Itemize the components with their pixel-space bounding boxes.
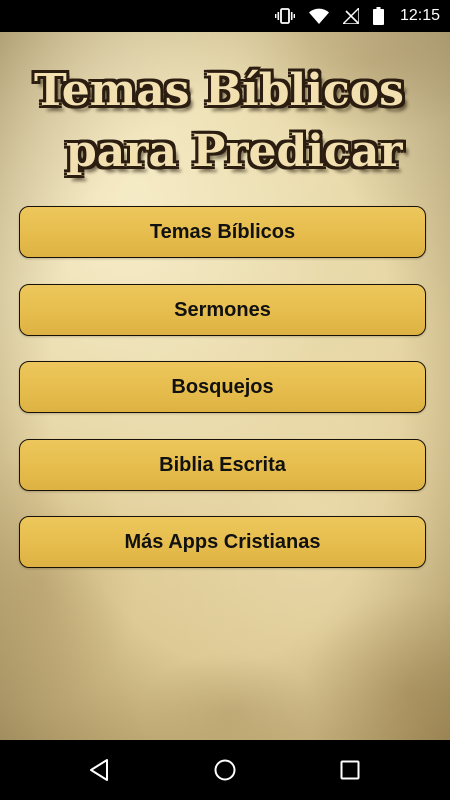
status-icons: 12:15 xyxy=(274,0,440,32)
main-screen: Temas Bíblicos para Predicar Temas Bíbli… xyxy=(0,32,450,740)
recents-icon[interactable] xyxy=(335,755,365,785)
vibrate-icon xyxy=(274,7,295,25)
status-time: 12:15 xyxy=(399,7,440,24)
bosquejos-button[interactable]: Bosquejos xyxy=(19,361,426,413)
app-title-line-2: para Predicar xyxy=(66,126,403,177)
sermones-button[interactable]: Sermones xyxy=(19,284,426,336)
mas-apps-cristianas-button[interactable]: Más Apps Cristianas xyxy=(19,516,426,568)
parchment-stain xyxy=(0,452,140,712)
navigation-bar xyxy=(0,740,450,800)
parchment-stain xyxy=(300,592,450,740)
home-icon[interactable] xyxy=(210,755,240,785)
biblia-escrita-button[interactable]: Biblia Escrita xyxy=(19,439,426,491)
back-icon[interactable] xyxy=(85,755,115,785)
battery-icon xyxy=(372,7,384,25)
app-title-line-1: Temas Bíblicos xyxy=(34,65,404,116)
app-title: Temas Bíblicos para Predicar xyxy=(0,32,450,202)
temas-biblicos-button[interactable]: Temas Bíblicos xyxy=(19,206,426,258)
no-signal-icon xyxy=(342,8,359,24)
parchment-stain xyxy=(140,652,320,740)
status-bar: 12:15 xyxy=(0,0,450,32)
wifi-icon xyxy=(308,8,329,24)
